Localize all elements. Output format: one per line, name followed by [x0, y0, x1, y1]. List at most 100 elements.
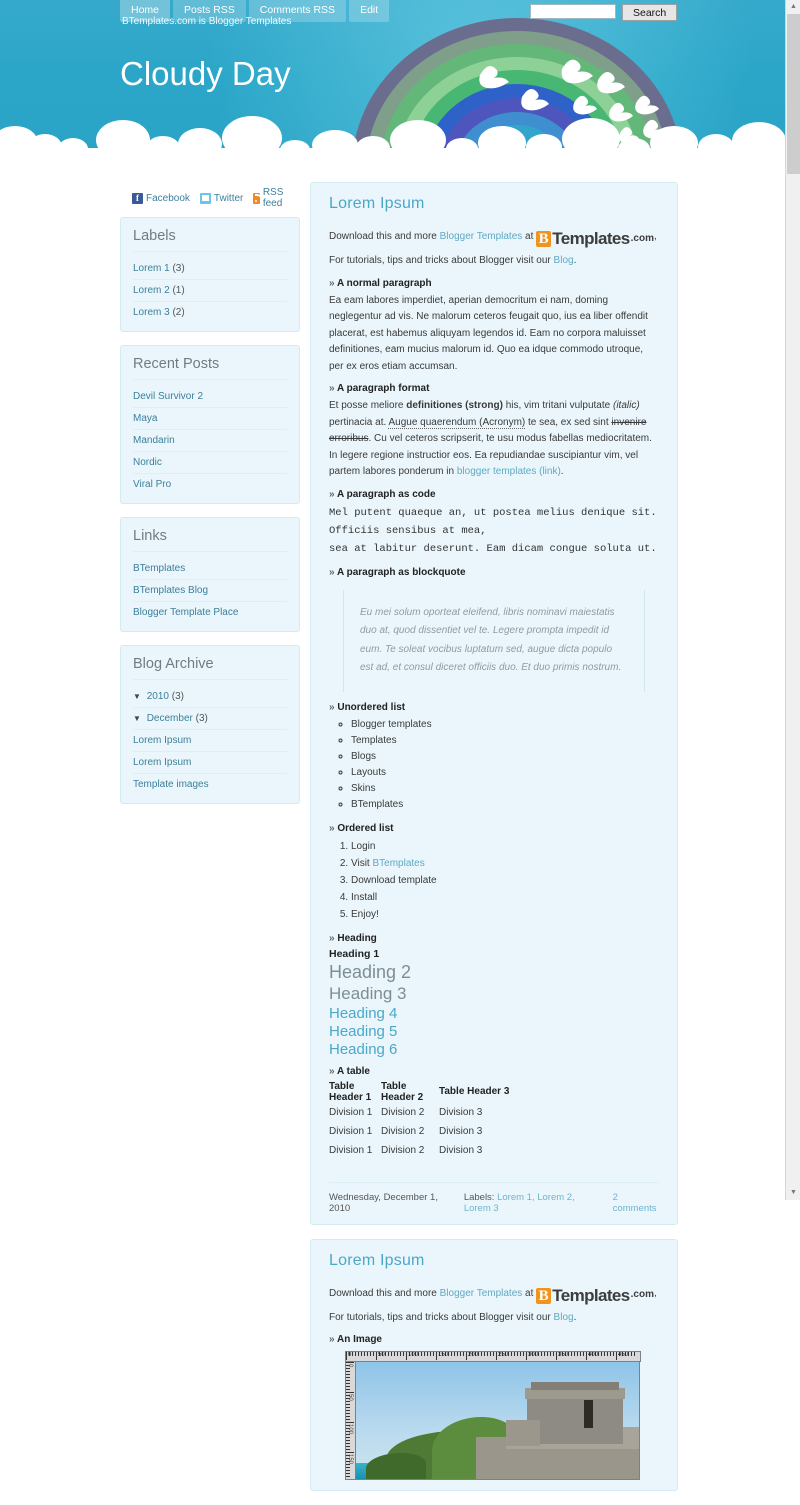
- post-labels: Labels: Lorem 1, Lorem 2, Lorem 3: [464, 1192, 597, 1214]
- list-item[interactable]: Lorem 3 (2): [133, 302, 287, 323]
- format-paragraph-text: Et posse meliore definitiones (strong) h…: [329, 398, 659, 481]
- archive-month-count: (3): [195, 713, 208, 724]
- list-item: Templates: [351, 733, 659, 749]
- horizontal-ruler: 0 50 100 150 200 250 300 350 400 450: [345, 1351, 641, 1363]
- post-label-link-1[interactable]: Lorem 1,: [497, 1192, 535, 1203]
- list-item[interactable]: BTemplates Blog: [133, 580, 287, 602]
- label-link-lorem-2[interactable]: Lorem 2: [133, 285, 170, 296]
- vertical-ruler: 050100150200: [345, 1362, 356, 1481]
- recent-post-link-5[interactable]: Viral Pro: [133, 479, 171, 490]
- blockquote-sample: Eu mei solum oporteat eleifend, libris n…: [343, 589, 645, 692]
- archive-post-link-2[interactable]: Lorem Ipsum: [133, 757, 191, 768]
- list-item[interactable]: Mandarin: [133, 430, 287, 452]
- archive-year-link[interactable]: 2010: [147, 691, 169, 702]
- strong-sample: definitiones (strong): [406, 400, 503, 412]
- table-header-1: Table Header 1: [329, 1080, 372, 1103]
- italic-sample: (italic): [612, 400, 640, 412]
- scroll-down-arrow-icon[interactable]: ▼: [786, 1186, 800, 1200]
- post-title-1[interactable]: Lorem Ipsum: [329, 195, 659, 213]
- ol-text-1: Login: [351, 840, 376, 852]
- list-item[interactable]: Lorem 1 (3): [133, 258, 287, 280]
- section-label: Ordered list: [337, 822, 394, 834]
- section-heading-headings: » Heading: [329, 932, 377, 944]
- archive-month-link[interactable]: December: [147, 713, 193, 724]
- archive-post-link-1[interactable]: Lorem Ipsum: [133, 735, 191, 746]
- table-cell: Division 2: [381, 1106, 425, 1118]
- label-link-lorem-3[interactable]: Lorem 3: [133, 307, 170, 318]
- section-heading-blockquote: » A paragraph as blockquote: [329, 566, 466, 578]
- section-heading-paragraph-format: » A paragraph format: [329, 383, 430, 395]
- table-row: Division 1 Division 2 Division 3: [329, 1141, 509, 1160]
- blog-post-2: Lorem Ipsum Download this and more Blogg…: [310, 1238, 678, 1492]
- post-comments-link[interactable]: 2 comments: [613, 1192, 659, 1214]
- social-link-facebook[interactable]: f Facebook: [132, 192, 190, 204]
- link-btemplates-blog[interactable]: BTemplates Blog: [133, 585, 208, 596]
- table-cell: Division 3: [439, 1125, 483, 1137]
- post-title-2[interactable]: Lorem Ipsum: [329, 1252, 659, 1270]
- intro-text-at: at: [522, 1287, 537, 1299]
- label-link-lorem-1[interactable]: Lorem 1: [133, 263, 170, 274]
- social-link-twitter[interactable]: Twitter: [199, 192, 243, 204]
- label-count-lorem-2: (1): [172, 285, 185, 296]
- list-item[interactable]: Maya: [133, 408, 287, 430]
- blog-link[interactable]: Blog: [554, 255, 574, 266]
- post-label-link-3[interactable]: Lorem 3: [464, 1203, 499, 1214]
- heading-sample-2: Heading 2: [329, 961, 412, 982]
- blogger-templates-link[interactable]: Blogger Templates: [440, 231, 523, 242]
- list-item[interactable]: Nordic: [133, 452, 287, 474]
- post-footer-1: Wednesday, December 1, 2010 Labels: Lore…: [329, 1181, 659, 1214]
- archive-post-link-3[interactable]: Template images: [133, 779, 209, 790]
- post-label-link-2[interactable]: Lorem 2,: [537, 1192, 575, 1203]
- btemplates-logo-tld: .com: [630, 1289, 654, 1301]
- section-label: Heading: [337, 932, 377, 944]
- inline-link-sample[interactable]: blogger templates (link): [457, 466, 561, 477]
- section-heading-normal-paragraph: » A normal paragraph: [329, 277, 432, 289]
- fmt-text-1: Et posse meliore: [329, 400, 407, 412]
- twitter-icon: [199, 192, 211, 204]
- widget-title-blog-archive: Blog Archive: [133, 656, 287, 680]
- list-item: Install: [351, 889, 659, 906]
- link-btemplates[interactable]: BTemplates: [133, 563, 185, 574]
- search-button[interactable]: Search: [622, 4, 678, 21]
- sidebar: f Facebook Twitter RSS feed Labels Lorem…: [120, 182, 300, 817]
- search-box: Search: [530, 4, 678, 21]
- btemplates-logo-name: Templates: [552, 1285, 630, 1305]
- scrollbar-thumb[interactable]: [787, 14, 800, 174]
- unordered-list-sample: Blogger templates Templates Blogs Layout…: [329, 717, 659, 813]
- recent-post-link-4[interactable]: Nordic: [133, 457, 162, 468]
- link-blogger-template-place[interactable]: Blogger Template Place: [133, 607, 238, 618]
- search-input[interactable]: [530, 4, 616, 19]
- list-item[interactable]: ▼ 2010 (3): [133, 686, 287, 708]
- list-item[interactable]: ▼ December (3): [133, 708, 287, 730]
- list-item[interactable]: Lorem Ipsum: [133, 730, 287, 752]
- chevron-down-icon[interactable]: ▼: [133, 692, 141, 701]
- recent-post-link-1[interactable]: Devil Survivor 2: [133, 391, 203, 402]
- list-item[interactable]: Lorem Ipsum: [133, 752, 287, 774]
- list-item[interactable]: Blogger Template Place: [133, 602, 287, 623]
- section-label: Unordered list: [337, 701, 406, 713]
- section-label: A paragraph as code: [336, 488, 436, 500]
- rss-icon: [253, 192, 265, 204]
- recent-post-link-3[interactable]: Mandarin: [133, 435, 175, 446]
- nav-item-edit[interactable]: Edit: [349, 0, 390, 22]
- list-item: Blogger templates: [351, 717, 659, 733]
- normal-paragraph-text: Ea eam labores imperdiet, aperian democr…: [329, 294, 648, 372]
- btemplates-logo-mark: B: [536, 1287, 552, 1304]
- scroll-up-arrow-icon[interactable]: ▲: [786, 0, 800, 14]
- page-scrollbar[interactable]: ▲ ▼: [785, 0, 800, 1200]
- list-item[interactable]: Viral Pro: [133, 474, 287, 495]
- table-cell: Division 2: [381, 1144, 425, 1156]
- list-item[interactable]: Lorem 2 (1): [133, 280, 287, 302]
- blogger-templates-link[interactable]: Blogger Templates: [440, 1288, 523, 1299]
- btemplates-logo-mark: B: [536, 231, 552, 248]
- fmt-text-3: pertinacia at.: [329, 416, 389, 428]
- social-link-rss[interactable]: RSS feed: [253, 187, 288, 209]
- recent-post-link-2[interactable]: Maya: [133, 413, 157, 424]
- list-item[interactable]: Template images: [133, 774, 287, 795]
- chevron-down-icon[interactable]: ▼: [133, 714, 141, 723]
- table-header-2: Table Header 2: [381, 1080, 424, 1103]
- ol-link-btemplates[interactable]: BTemplates: [373, 858, 425, 869]
- list-item[interactable]: Devil Survivor 2: [133, 386, 287, 408]
- blog-link[interactable]: Blog: [554, 1312, 574, 1323]
- list-item[interactable]: BTemplates: [133, 558, 287, 580]
